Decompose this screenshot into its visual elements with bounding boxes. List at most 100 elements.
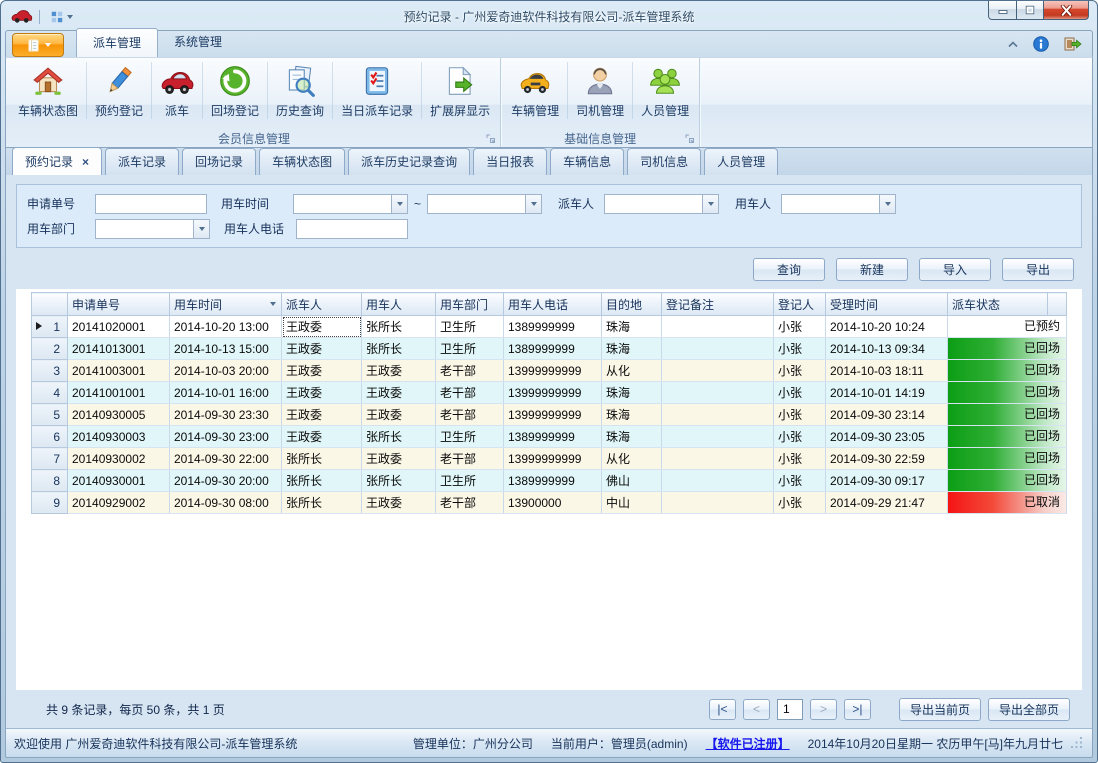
cell-dept[interactable]: 老干部 xyxy=(436,360,504,382)
ribbon-tab[interactable]: 派车管理 xyxy=(76,28,158,57)
ribbon-button[interactable]: 扩展屏显示 xyxy=(422,62,498,119)
ribbon-button[interactable]: 回场登记 xyxy=(203,62,268,119)
ribbon-button[interactable]: 人员管理 xyxy=(633,62,697,119)
column-header-user[interactable]: 用车人 xyxy=(362,293,436,316)
cell-accept_time[interactable]: 2014-09-30 23:05 xyxy=(826,426,948,448)
document-tab[interactable]: 预约记录× xyxy=(12,147,102,175)
row-indicator[interactable]: 4 xyxy=(32,382,68,404)
cell-registrar[interactable]: 小张 xyxy=(774,316,826,338)
cell-status[interactable]: 已回场 xyxy=(948,338,1067,360)
chevron-down-icon[interactable] xyxy=(193,219,210,239)
chevron-down-icon[interactable] xyxy=(702,194,719,214)
car-user-combo[interactable] xyxy=(781,194,896,214)
cell-remark[interactable] xyxy=(662,492,774,514)
cell-remark[interactable] xyxy=(662,426,774,448)
row-indicator[interactable]: 8 xyxy=(32,470,68,492)
action-button-导入[interactable]: 导入 xyxy=(919,258,991,281)
cell-dest[interactable]: 珠海 xyxy=(602,382,662,404)
cell-order_no[interactable]: 20140929002 xyxy=(68,492,170,514)
collapse-ribbon-icon[interactable] xyxy=(1007,40,1019,48)
cell-registrar[interactable]: 小张 xyxy=(774,338,826,360)
ribbon-button[interactable]: 司机管理 xyxy=(568,62,633,119)
cell-dest[interactable]: 珠海 xyxy=(602,404,662,426)
row-indicator[interactable]: 1 xyxy=(32,316,68,338)
application-menu-button[interactable] xyxy=(12,33,64,57)
department-combo[interactable] xyxy=(95,219,210,239)
row-indicator[interactable]: 2 xyxy=(32,338,68,360)
cell-registrar[interactable]: 小张 xyxy=(774,448,826,470)
cell-dispatcher[interactable]: 王政委 xyxy=(282,338,362,360)
column-header-dept[interactable]: 用车部门 xyxy=(436,293,504,316)
cell-use_time[interactable]: 2014-09-30 23:30 xyxy=(170,404,282,426)
cell-status[interactable]: 已回场 xyxy=(948,448,1067,470)
column-header-status[interactable]: 派车状态 xyxy=(948,293,1048,316)
cell-dept[interactable]: 老干部 xyxy=(436,404,504,426)
cell-use_time[interactable]: 2014-10-03 20:00 xyxy=(170,360,282,382)
page-number-input[interactable] xyxy=(777,699,803,720)
document-tab[interactable]: 车辆状态图 xyxy=(259,148,345,175)
last-page-button[interactable]: >| xyxy=(844,699,871,720)
action-button-新建[interactable]: 新建 xyxy=(836,258,908,281)
column-header-phone[interactable]: 用车人电话 xyxy=(504,293,602,316)
cell-registrar[interactable]: 小张 xyxy=(774,492,826,514)
cell-remark[interactable] xyxy=(662,382,774,404)
cell-remark[interactable] xyxy=(662,470,774,492)
cell-phone[interactable]: 13999999999 xyxy=(504,360,602,382)
ribbon-tab[interactable]: 系统管理 xyxy=(158,28,238,57)
document-tab[interactable]: 派车历史记录查询 xyxy=(348,148,470,175)
cell-dest[interactable]: 珠海 xyxy=(602,338,662,360)
cell-user[interactable]: 张所长 xyxy=(362,470,436,492)
cell-use_time[interactable]: 2014-09-30 20:00 xyxy=(170,470,282,492)
cell-accept_time[interactable]: 2014-09-30 22:59 xyxy=(826,448,948,470)
ribbon-button[interactable]: 车辆状态图 xyxy=(10,62,87,119)
cell-dest[interactable]: 从化 xyxy=(602,448,662,470)
document-tab[interactable]: 司机信息 xyxy=(627,148,701,175)
document-tab[interactable]: 当日报表 xyxy=(473,148,547,175)
chevron-down-icon[interactable] xyxy=(391,194,408,214)
cell-dept[interactable]: 卫生所 xyxy=(436,338,504,360)
export-current-page-button[interactable]: 导出当前页 xyxy=(899,698,981,721)
cell-accept_time[interactable]: 2014-10-13 09:34 xyxy=(826,338,948,360)
table-row[interactable]: 3201410030012014-10-03 20:00王政委王政委老干部139… xyxy=(32,360,1067,382)
cell-user[interactable]: 王政委 xyxy=(362,448,436,470)
cell-status[interactable]: 已回场 xyxy=(948,404,1067,426)
cell-status[interactable]: 已回场 xyxy=(948,426,1067,448)
column-header-dispatcher[interactable]: 派车人 xyxy=(282,293,362,316)
cell-use_time[interactable]: 2014-10-13 15:00 xyxy=(170,338,282,360)
cell-user[interactable]: 张所长 xyxy=(362,426,436,448)
cell-remark[interactable] xyxy=(662,316,774,338)
cell-user[interactable]: 王政委 xyxy=(362,360,436,382)
cell-use_time[interactable]: 2014-09-30 23:00 xyxy=(170,426,282,448)
cell-registrar[interactable]: 小张 xyxy=(774,470,826,492)
cell-user[interactable]: 王政委 xyxy=(362,404,436,426)
column-header-registrar[interactable]: 登记人 xyxy=(774,293,826,316)
close-button[interactable] xyxy=(1044,1,1089,20)
cell-use_time[interactable]: 2014-09-30 22:00 xyxy=(170,448,282,470)
cell-dest[interactable]: 珠海 xyxy=(602,316,662,338)
column-header-dest[interactable]: 目的地 xyxy=(602,293,662,316)
ribbon-button[interactable]: 预约登记 xyxy=(87,62,152,119)
chevron-down-icon[interactable] xyxy=(879,194,896,214)
table-row[interactable]: 2201410130012014-10-13 15:00王政委张所长卫生所138… xyxy=(32,338,1067,360)
cell-user[interactable]: 王政委 xyxy=(362,492,436,514)
table-row[interactable]: 8201409300012014-09-30 20:00张所长张所长卫生所138… xyxy=(32,470,1067,492)
cell-phone[interactable]: 1389999999 xyxy=(504,426,602,448)
cell-dest[interactable]: 珠海 xyxy=(602,426,662,448)
cell-dispatcher[interactable]: 张所长 xyxy=(282,470,362,492)
cell-status[interactable]: 已回场 xyxy=(948,470,1067,492)
cell-status[interactable]: 已预约 xyxy=(948,316,1067,338)
cell-phone[interactable]: 13900000 xyxy=(504,492,602,514)
document-tab[interactable]: 车辆信息 xyxy=(550,148,624,175)
cell-accept_time[interactable]: 2014-09-30 23:14 xyxy=(826,404,948,426)
column-header-order_no[interactable]: 申请单号 xyxy=(68,293,170,316)
exit-icon[interactable] xyxy=(1063,36,1082,52)
cell-dispatcher[interactable]: 王政委 xyxy=(282,360,362,382)
row-indicator[interactable]: 9 xyxy=(32,492,68,514)
first-page-button[interactable]: |< xyxy=(709,699,736,720)
cell-dest[interactable]: 中山 xyxy=(602,492,662,514)
cell-status[interactable]: 已取消 xyxy=(948,492,1067,514)
cell-phone[interactable]: 13999999999 xyxy=(504,448,602,470)
cell-dept[interactable]: 老干部 xyxy=(436,382,504,404)
cell-dispatcher[interactable]: 王政委 xyxy=(282,316,362,338)
cell-dest[interactable]: 佛山 xyxy=(602,470,662,492)
